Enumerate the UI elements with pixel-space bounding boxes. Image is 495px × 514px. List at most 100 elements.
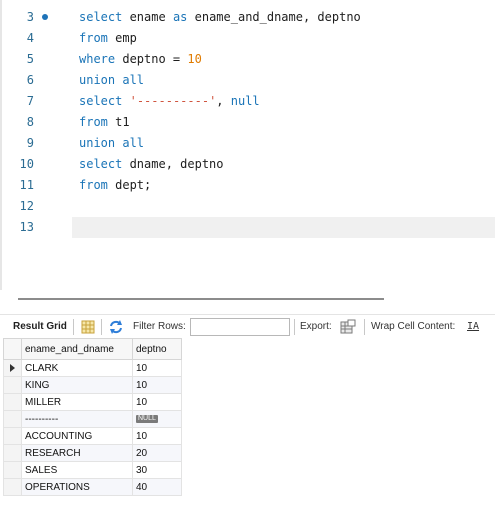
code-token: ,	[216, 94, 231, 108]
result-toolbar: Result Grid Filter Rows: Export: Wrap Ce…	[0, 314, 495, 340]
code-token: emp	[107, 31, 137, 45]
code-line: 11 from dept;	[0, 175, 495, 196]
row-header-corner	[3, 338, 22, 360]
grid-view-icon[interactable]	[80, 319, 96, 335]
export-icon[interactable]	[340, 319, 356, 335]
table-row[interactable]: RESEARCH 20	[3, 444, 182, 462]
column-header-deptno[interactable]: deptno	[132, 338, 182, 360]
cell-deptno[interactable]: 10	[132, 376, 182, 394]
cell-ename-and-dname[interactable]: SALES	[21, 461, 133, 479]
row-header[interactable]	[3, 359, 22, 377]
keyword-token: select	[79, 94, 123, 108]
code-line: 5 where deptno = 10	[0, 49, 495, 70]
toolbar-separator	[294, 319, 295, 335]
code-line: 9 union all	[0, 133, 495, 154]
cell-deptno[interactable]: 20	[132, 444, 182, 462]
line-number: 3	[26, 10, 34, 24]
row-header[interactable]	[3, 376, 22, 394]
line-number: 5	[26, 52, 34, 66]
row-header[interactable]	[3, 393, 22, 411]
keyword-token: null	[230, 94, 260, 108]
code-text: from dept;	[79, 175, 151, 196]
cell-ename-and-dname[interactable]: MILLER	[21, 393, 133, 411]
toolbar-separator	[101, 319, 102, 335]
row-header[interactable]	[3, 444, 22, 462]
code-line: 3 select ename as ename_and_dname, deptno	[0, 7, 495, 28]
string-token: '----------'	[129, 94, 217, 108]
wrap-cell-content-label: Wrap Cell Content:	[371, 321, 456, 332]
code-text: select ename as ename_and_dname, deptno	[79, 7, 361, 28]
cell-deptno[interactable]: 10	[132, 359, 182, 377]
result-table: ename_and_dname deptno CLARK 10 KING 10 MILL…	[3, 338, 182, 496]
code-token: t1	[107, 115, 130, 129]
toolbar-separator	[73, 319, 74, 335]
keyword-token: select	[79, 10, 123, 24]
cell-deptno[interactable]: 10	[132, 427, 182, 445]
table-row[interactable]: OPERATIONS 40	[3, 478, 182, 496]
null-badge: NULL	[136, 414, 158, 423]
table-row[interactable]: ACCOUNTING 10	[3, 427, 182, 445]
code-text: select '----------', null	[79, 91, 260, 112]
result-grid-tab[interactable]: Result Grid	[13, 315, 67, 339]
cell-deptno[interactable]: 30	[132, 461, 182, 479]
number-token: 10	[187, 52, 202, 66]
row-header[interactable]	[3, 410, 22, 428]
keyword-token: where	[79, 52, 116, 66]
row-header[interactable]	[3, 427, 22, 445]
cell-deptno[interactable]: NULL	[132, 410, 182, 428]
keyword-token: union all	[79, 73, 145, 87]
code-line: 8 from t1	[0, 112, 495, 133]
refresh-icon[interactable]	[108, 319, 124, 335]
wrap-cell-toggle-icon[interactable]: IA	[467, 315, 479, 339]
cell-ename-and-dname[interactable]: ----------	[21, 410, 133, 428]
table-row[interactable]: CLARK 10	[3, 359, 182, 377]
cell-ename-and-dname[interactable]: KING	[21, 376, 133, 394]
sql-editor[interactable]: 3 select ename as ename_and_dname, deptno…	[0, 0, 495, 290]
filter-rows-input[interactable]	[190, 318, 290, 336]
export-label: Export:	[300, 321, 332, 332]
grid-body: CLARK 10 KING 10 MILLER 10 ---------- NULL ACCOU…	[3, 359, 182, 496]
code-token: dept;	[107, 178, 152, 192]
keyword-token: from	[79, 115, 108, 129]
current-row-arrow-icon	[10, 364, 15, 372]
row-header[interactable]	[3, 478, 22, 496]
horizontal-scrollbar[interactable]	[18, 298, 384, 300]
code-token: ename	[122, 10, 173, 24]
cell-ename-and-dname[interactable]: ACCOUNTING	[21, 427, 133, 445]
cell-deptno[interactable]: 10	[132, 393, 182, 411]
line-number: 6	[26, 73, 34, 87]
code-token: deptno =	[115, 52, 188, 66]
code-text: from emp	[79, 28, 137, 49]
line-number: 4	[26, 31, 34, 45]
table-row[interactable]: SALES 30	[3, 461, 182, 479]
result-grid: ename_and_dname deptno CLARK 10 KING 10 MILL…	[0, 338, 495, 514]
code-line: 7 select '----------', null	[0, 91, 495, 112]
keyword-token: from	[79, 178, 108, 192]
code-text: from t1	[79, 112, 130, 133]
table-row[interactable]: KING 10	[3, 376, 182, 394]
code-text: where deptno = 10	[79, 49, 202, 70]
keyword-token: select	[79, 157, 123, 171]
cell-ename-and-dname[interactable]: CLARK	[21, 359, 133, 377]
line-number: 7	[26, 94, 34, 108]
row-header[interactable]	[3, 461, 22, 479]
keyword-token: union all	[79, 136, 145, 150]
code-line: 4 from emp	[0, 28, 495, 49]
cell-ename-and-dname[interactable]: RESEARCH	[21, 444, 133, 462]
column-header-ename-and-dname[interactable]: ename_and_dname	[21, 338, 133, 360]
code-line: 13	[0, 217, 495, 238]
cell-ename-and-dname[interactable]: OPERATIONS	[21, 478, 133, 496]
table-row[interactable]: MILLER 10	[3, 393, 182, 411]
code-text: union all	[79, 133, 144, 154]
cell-deptno[interactable]: 40	[132, 478, 182, 496]
code-line: 12	[0, 196, 495, 217]
filter-rows-label: Filter Rows:	[133, 321, 186, 332]
current-statement-marker-icon	[42, 14, 48, 20]
code-token: ename_and_dname, deptno	[187, 10, 361, 24]
code-text: union all	[79, 70, 144, 91]
line-number: 9	[26, 136, 34, 150]
code-line: 10 select dname, deptno	[0, 154, 495, 175]
header-row: ename_and_dname deptno	[3, 338, 182, 360]
table-row[interactable]: ---------- NULL	[3, 410, 182, 428]
